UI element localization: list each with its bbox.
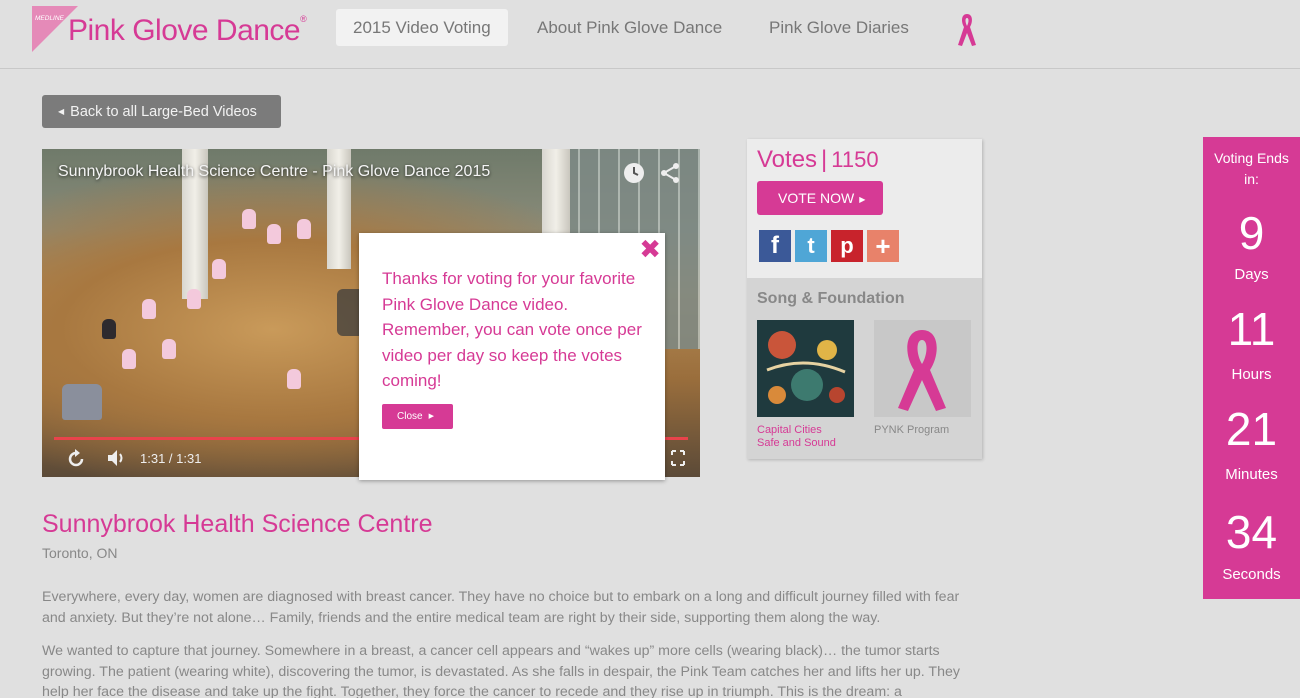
replay-icon[interactable] (64, 447, 88, 471)
caret-right-icon: ▶ (428, 413, 434, 420)
video-dancer (162, 339, 176, 359)
entry-paragraph: Everywhere, every day, women are diagnos… (42, 589, 960, 626)
facebook-icon[interactable]: f (759, 230, 791, 262)
nav-video-voting[interactable]: 2015 Video Voting (336, 9, 508, 46)
modal-close-button[interactable]: Close ▶ (382, 404, 453, 429)
countdown-minutes-label: Minutes (1225, 466, 1278, 483)
video-dancer (122, 349, 136, 369)
addthis-icon[interactable]: + (867, 230, 899, 262)
entry-paragraph: We wanted to capture that journey. Somew… (42, 643, 960, 698)
foundation-caption[interactable]: PYNK Program (874, 424, 949, 437)
song-caption[interactable]: Capital Cities Safe and Sound (757, 424, 836, 450)
pinterest-icon[interactable]: p (831, 230, 863, 262)
countdown-minutes-value: 21 (1225, 403, 1278, 455)
entry-location: Toronto, ON (42, 545, 118, 561)
caret-left-icon: ◀ (58, 107, 65, 116)
nav-diaries[interactable]: Pink Glove Diaries (752, 9, 926, 46)
video-dancer (142, 299, 156, 319)
song-artist: Capital Cities (757, 424, 822, 436)
pink-ribbon-icon[interactable] (955, 12, 979, 48)
video-dancer (242, 209, 256, 229)
votes-label: Votes (757, 146, 818, 173)
nav-about[interactable]: About Pink Glove Dance (520, 9, 739, 46)
song-foundation-title: Song & Foundation (757, 290, 905, 307)
modal-message: Thanks for voting for your favorite Pink… (382, 269, 642, 390)
votes-heading: Votes | 1150 (757, 146, 879, 174)
logo-badge: MEDLINE (35, 15, 65, 22)
clock-icon[interactable] (622, 161, 646, 185)
voting-countdown: Voting Ends in: 9 Days 11 Hours 21 Minut… (1203, 137, 1300, 599)
countdown-seconds-label: Seconds (1222, 566, 1281, 583)
vote-confirmation-modal: ✖ Thanks for voting for your favorite Pi… (359, 233, 665, 480)
video-dancer (102, 319, 116, 339)
countdown-heading-line2: in: (1244, 171, 1259, 187)
volume-icon[interactable] (106, 447, 126, 469)
album-cover-thumbnail[interactable] (757, 320, 854, 417)
back-button-label: Back to all Large-Bed Videos (70, 104, 257, 120)
pynk-ribbon-thumbnail[interactable] (874, 320, 971, 417)
votes-count: 1150 (831, 147, 879, 172)
video-dancer (187, 289, 201, 309)
twitter-icon[interactable]: t (795, 230, 827, 262)
countdown-days-value: 9 (1238, 207, 1265, 259)
countdown-days-label: Days (1234, 266, 1269, 283)
back-to-videos-button[interactable]: ◀ Back to all Large-Bed Videos (42, 95, 281, 128)
entry-title: Sunnybrook Health Science Centre (42, 510, 433, 538)
votes-panel: Votes | 1150 VOTE NOW ▶ f t p + Song & Foun… (747, 139, 982, 459)
modal-close-label: Close (397, 411, 423, 422)
countdown-hours-value: 11 (1227, 303, 1276, 355)
caret-right-icon: ▶ (859, 195, 866, 204)
modal-close-icon[interactable]: ✖ (639, 235, 661, 263)
share-icon[interactable] (658, 161, 682, 185)
vote-now-button[interactable]: VOTE NOW ▶ (757, 181, 883, 215)
countdown-hours-label: Hours (1231, 366, 1272, 383)
countdown-heading-line1: Voting Ends (1214, 150, 1289, 166)
countdown-seconds-value: 34 (1225, 506, 1278, 558)
fullscreen-icon[interactable] (670, 449, 686, 467)
song-foundation-section: Song & Foundation Capital Cities Safe an… (747, 278, 982, 459)
logo-text: Pink Glove Dance (68, 14, 301, 47)
site-logo[interactable]: Pink Glove Dance® (68, 14, 307, 48)
logo-registered: ® (300, 14, 307, 24)
video-dancer (267, 224, 281, 244)
votes-separator: | (821, 146, 828, 173)
video-time: 1:31 / 1:31 (140, 451, 202, 466)
song-name: Safe and Sound (757, 437, 836, 449)
video-title: Sunnybrook Health Science Centre - Pink … (58, 163, 491, 180)
countdown-heading: Voting Ends in: (1203, 148, 1300, 190)
video-dancer (212, 259, 226, 279)
site-header: MEDLINE Pink Glove Dance® 2015 Video Vot… (0, 0, 1300, 69)
video-audience (62, 384, 102, 420)
vote-now-label: VOTE NOW (778, 190, 855, 206)
video-dancer (297, 219, 311, 239)
video-dancer (287, 369, 301, 389)
